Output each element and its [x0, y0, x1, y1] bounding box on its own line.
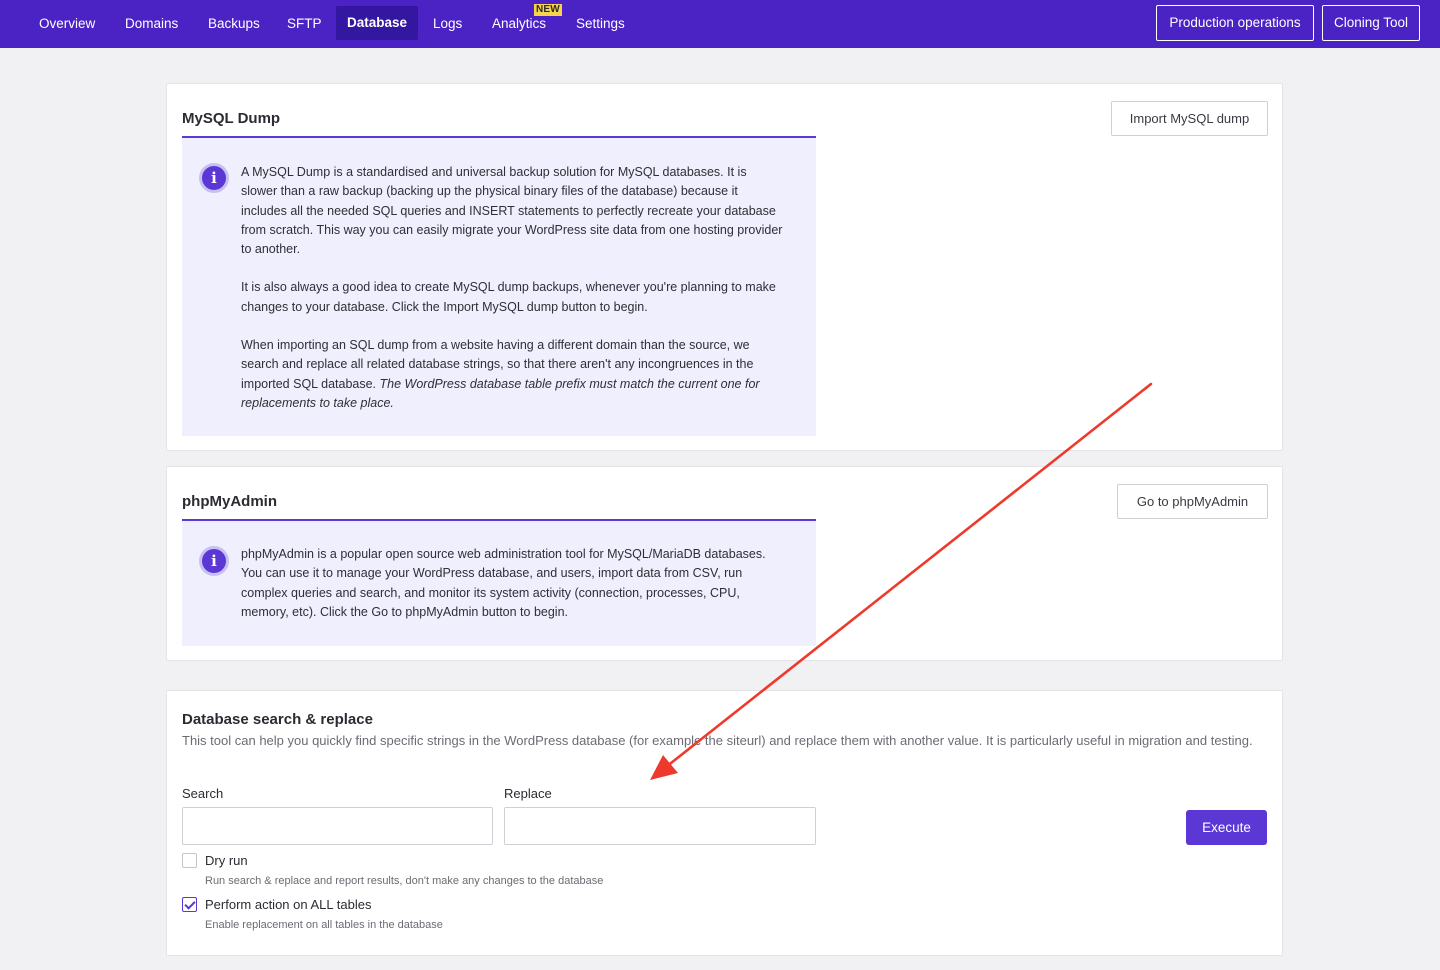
go-to-phpmyadmin-button[interactable]: Go to phpMyAdmin [1117, 484, 1268, 519]
replace-input[interactable] [504, 807, 816, 845]
dry-run-hint: Run search & replace and report results,… [205, 875, 604, 887]
nav-tab-domains[interactable]: Domains [125, 0, 178, 48]
all-tables-label[interactable]: Perform action on ALL tables [205, 897, 371, 912]
search-label: Search [182, 786, 224, 801]
new-badge: NEW [534, 4, 562, 16]
search-replace-description: This tool can help you quickly find spec… [182, 733, 1253, 748]
mysql-dump-info-box: i A MySQL Dump is a standardised and uni… [182, 138, 816, 436]
search-input[interactable] [182, 807, 493, 845]
mysql-dump-info-text: A MySQL Dump is a standardised and unive… [241, 163, 786, 413]
info-paragraph: A MySQL Dump is a standardised and unive… [241, 165, 783, 257]
search-replace-card: Database search & replace This tool can … [166, 690, 1283, 956]
all-tables-checkbox[interactable] [182, 897, 197, 912]
all-tables-hint: Enable replacement on all tables in the … [205, 919, 443, 931]
import-mysql-dump-button[interactable]: Import MySQL dump [1111, 101, 1268, 136]
mysql-dump-title: MySQL Dump [182, 110, 281, 127]
mysql-dump-card: MySQL Dump Import MySQL dump i A MySQL D… [166, 83, 1283, 451]
nav-tab-overview[interactable]: Overview [39, 0, 95, 48]
nav-tab-settings[interactable]: Settings [576, 0, 625, 48]
phpmyadmin-title: phpMyAdmin [182, 493, 277, 510]
phpmyadmin-card: phpMyAdmin Go to phpMyAdmin i phpMyAdmin… [166, 466, 1283, 661]
dry-run-checkbox[interactable] [182, 853, 197, 868]
phpmyadmin-info-text: phpMyAdmin is a popular open source web … [241, 545, 786, 622]
info-paragraph: phpMyAdmin is a popular open source web … [241, 547, 766, 619]
top-navigation-bar: Overview Domains Backups SFTP Database L… [0, 0, 1440, 48]
replace-label: Replace [504, 786, 552, 801]
cloning-tool-button[interactable]: Cloning Tool [1322, 5, 1420, 41]
nav-tab-backups[interactable]: Backups [208, 0, 260, 48]
production-operations-button[interactable]: Production operations [1156, 5, 1314, 41]
nav-tab-database[interactable]: Database [336, 6, 419, 40]
phpmyadmin-info-box: i phpMyAdmin is a popular open source we… [182, 521, 816, 646]
info-icon: i [199, 546, 229, 576]
info-icon: i [199, 163, 229, 193]
nav-tab-logs[interactable]: Logs [433, 0, 462, 48]
info-paragraph: When importing an SQL dump from a websit… [241, 336, 786, 413]
dry-run-label[interactable]: Dry run [205, 853, 248, 868]
search-replace-title: Database search & replace [182, 711, 373, 728]
execute-button[interactable]: Execute [1186, 810, 1267, 845]
nav-tab-sftp[interactable]: SFTP [287, 0, 322, 48]
info-paragraph: It is also always a good idea to create … [241, 280, 776, 314]
